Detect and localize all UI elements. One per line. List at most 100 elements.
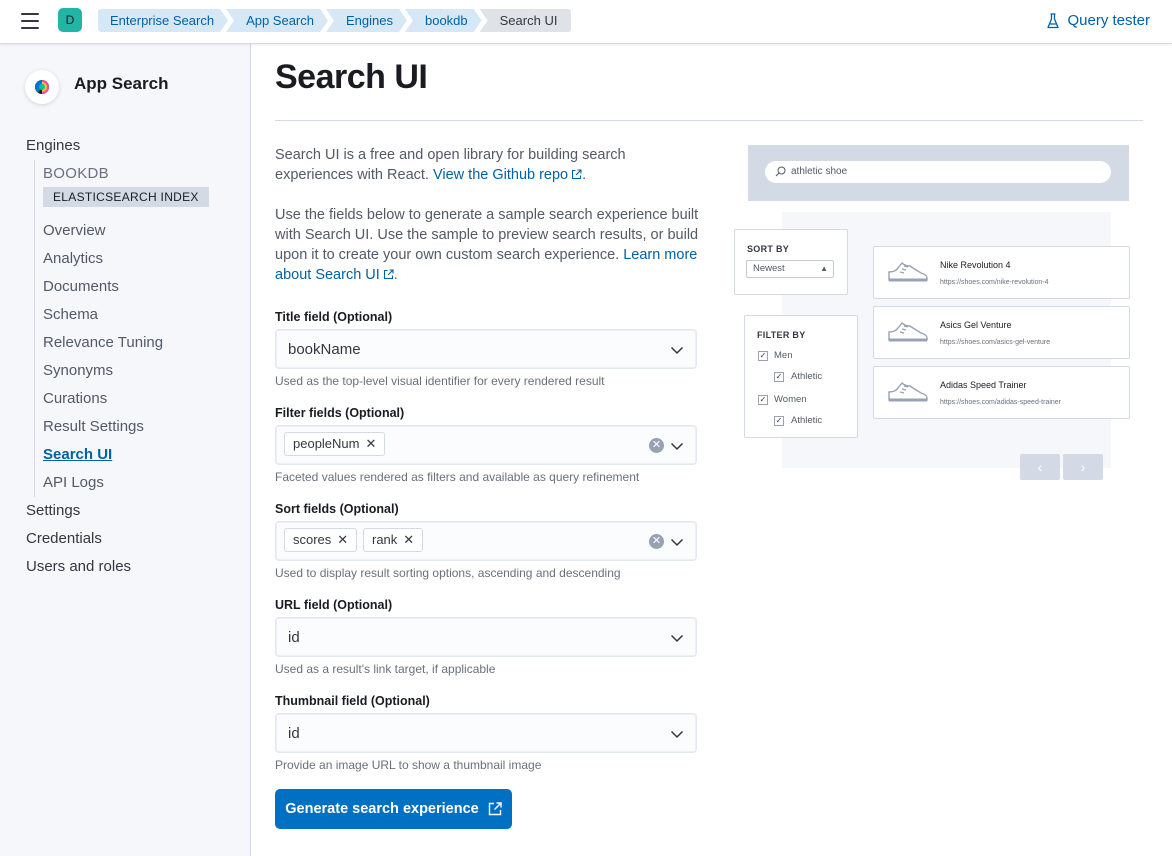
url-field-value: id: [288, 629, 300, 646]
sidebar-item-result-settings[interactable]: Result Settings: [43, 413, 236, 441]
filter-fields-label: Filter fields (Optional): [275, 406, 405, 420]
generate-button-label: Generate search experience: [285, 801, 479, 817]
preview-result-title: Adidas Speed Trainer: [940, 380, 1027, 390]
preview-search-box: athletic shoe: [765, 161, 1111, 183]
chevron-down-icon: [670, 634, 684, 643]
breadcrumb-app-search[interactable]: App Search: [226, 9, 328, 32]
breadcrumb-current: Search UI: [479, 9, 572, 32]
checkbox-checked-icon: ✓: [774, 416, 784, 426]
checkbox-checked-icon: ✓: [758, 395, 768, 405]
query-tester-label: Query tester: [1067, 12, 1150, 29]
thumbnail-field-value: id: [288, 725, 300, 742]
hamburger-menu-icon[interactable]: [21, 13, 39, 29]
chevron-down-icon: [670, 442, 684, 451]
chevron-down-icon: [670, 730, 684, 739]
intro-paragraph: Search UI is a free and open library for…: [275, 147, 626, 183]
main-content: Search UI Search UI is a free and open l…: [251, 44, 1172, 856]
preview-search-text: athletic shoe: [791, 166, 848, 177]
clear-icon[interactable]: ✕: [649, 438, 664, 453]
title-divider: [275, 120, 1143, 121]
preview-filter-option: Athletic: [791, 371, 823, 382]
preview-header: athletic shoe: [748, 145, 1129, 201]
preview-result-card: Adidas Speed Trainer https://shoes.com/a…: [873, 366, 1130, 419]
preview-result-title: Asics Gel Venture: [940, 320, 1012, 330]
preview-next-page: ›: [1063, 454, 1103, 480]
preview-filter-label: FILTER BY: [757, 330, 806, 340]
clear-icon[interactable]: ✕: [649, 534, 664, 549]
sidebar-item-users-and-roles[interactable]: Users and roles: [26, 553, 236, 581]
title-field-help: Used as the top-level visual identifier …: [275, 374, 605, 388]
preview-result-card: Nike Revolution 4 https://shoes.com/nike…: [873, 246, 1130, 299]
usage-paragraph: Use the fields below to generate a sampl…: [275, 207, 699, 283]
sort-arrows-icon: ▲: [820, 264, 828, 273]
remove-chip-icon[interactable]: ✕: [366, 433, 377, 455]
top-header: D Enterprise Search App Search Engines b…: [0, 0, 1172, 44]
query-tester-button[interactable]: Query tester: [1047, 12, 1150, 29]
preview-result-title: Nike Revolution 4: [940, 260, 1011, 270]
page-title: Search UI: [275, 58, 428, 96]
breadcrumb-engines[interactable]: Engines: [326, 9, 407, 32]
shoe-icon: [888, 261, 928, 282]
sidebar-item-curations[interactable]: Curations: [43, 385, 236, 413]
chevron-down-icon: [670, 538, 684, 547]
thumbnail-field-label: Thumbnail field (Optional): [275, 694, 430, 708]
chevron-down-icon: [670, 346, 684, 355]
sidebar: App Search Engines BOOKDB ELASTICSEARCH …: [0, 44, 251, 856]
engine-name-label: BOOKDB: [43, 165, 109, 182]
sidebar-item-synonyms[interactable]: Synonyms: [43, 357, 236, 385]
engine-type-badge: ELASTICSEARCH INDEX: [43, 187, 209, 207]
sidebar-item-settings[interactable]: Settings: [26, 497, 236, 525]
external-link-icon: [383, 269, 394, 280]
sidebar-app-title: App Search: [74, 74, 169, 93]
sidebar-item-credentials[interactable]: Credentials: [26, 525, 236, 553]
preview-result-url: https://shoes.com/asics-gel-venture: [940, 339, 1051, 346]
sort-chip: scores ✕: [284, 528, 358, 552]
space-avatar[interactable]: D: [58, 8, 82, 32]
sidebar-item-relevance-tuning[interactable]: Relevance Tuning: [43, 329, 236, 357]
checkbox-checked-icon: ✓: [774, 372, 784, 382]
preview-sort-label: SORT BY: [747, 244, 790, 254]
preview-filter-option: Women: [774, 394, 807, 405]
sidebar-item-documents[interactable]: Documents: [43, 273, 236, 301]
filter-fields-help: Faceted values rendered as filters and a…: [275, 470, 640, 484]
remove-chip-icon[interactable]: ✕: [337, 529, 348, 551]
sidebar-item-search-ui[interactable]: Search UI: [43, 441, 236, 469]
beaker-icon: [1047, 12, 1060, 28]
breadcrumb-engine[interactable]: bookdb: [405, 9, 482, 32]
filter-chip: peopleNum ✕: [284, 432, 386, 456]
thumbnail-field-help: Provide an image URL to show a thumbnail…: [275, 758, 542, 772]
url-field-label: URL field (Optional): [275, 598, 393, 612]
sidebar-nav: Engines BOOKDB ELASTICSEARCH INDEX Overv…: [26, 132, 236, 581]
search-ui-preview-illustration: athletic shoe SORT BY Newest ▲ FILTER BY …: [733, 144, 1133, 484]
preview-prev-page: ‹: [1020, 454, 1060, 480]
preview-sort-card: SORT BY Newest ▲: [734, 229, 848, 295]
external-link-icon: [488, 802, 502, 816]
checkbox-checked-icon: ✓: [758, 351, 768, 361]
preview-result-url: https://shoes.com/nike-revolution-4: [940, 279, 1049, 286]
preview-filter-option: Men: [774, 350, 793, 361]
preview-sort-select: Newest ▲: [746, 260, 834, 278]
thumbnail-field-select[interactable]: id: [275, 713, 697, 753]
url-field-help: Used as a result's link target, if appli…: [275, 662, 496, 676]
generate-search-experience-button[interactable]: Generate search experience: [275, 789, 512, 829]
sidebar-item-analytics[interactable]: Analytics: [43, 245, 236, 273]
title-field-select[interactable]: bookName: [275, 329, 697, 369]
preview-filter-card: FILTER BY ✓ Men ✓ Athletic ✓ Women ✓ Ath…: [744, 315, 858, 438]
title-field-value: bookName: [288, 341, 361, 358]
sidebar-item-overview[interactable]: Overview: [43, 217, 236, 245]
shoe-icon: [888, 321, 928, 342]
remove-chip-icon[interactable]: ✕: [403, 529, 414, 551]
url-field-select[interactable]: id: [275, 617, 697, 657]
sort-fields-help: Used to display result sorting options, …: [275, 566, 621, 580]
preview-result-card: Asics Gel Venture https://shoes.com/asic…: [873, 306, 1130, 359]
sidebar-item-schema[interactable]: Schema: [43, 301, 236, 329]
sidebar-item-engines[interactable]: Engines: [26, 132, 236, 160]
breadcrumb-enterprise-search[interactable]: Enterprise Search: [98, 9, 228, 32]
title-field-label: Title field (Optional): [275, 310, 393, 324]
sort-chip: rank ✕: [363, 528, 424, 552]
github-repo-link[interactable]: View the Github repo: [433, 167, 582, 183]
shoe-icon: [888, 381, 928, 402]
sidebar-item-api-logs[interactable]: API Logs: [43, 469, 236, 497]
filter-fields-combobox[interactable]: peopleNum ✕ ✕: [275, 425, 697, 465]
sort-fields-combobox[interactable]: scores ✕ rank ✕ ✕: [275, 521, 697, 561]
